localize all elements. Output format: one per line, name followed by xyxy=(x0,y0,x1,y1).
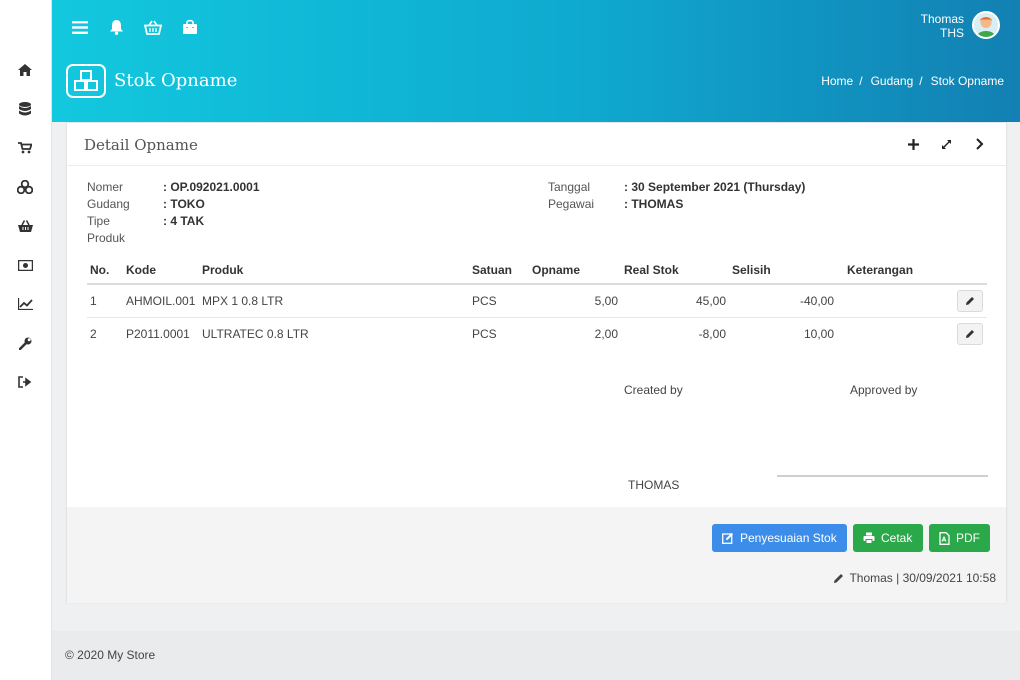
sign-out-icon[interactable] xyxy=(16,373,34,391)
home-icon[interactable] xyxy=(16,61,34,79)
table-row: 2 P2011.0001 ULTRATEC 0.8 LTR PCS 2,00 -… xyxy=(87,317,987,350)
card-header: Detail Opname xyxy=(67,123,1006,166)
cell-real-stok: 45,00 xyxy=(621,284,729,318)
boxes-icon[interactable] xyxy=(16,178,34,196)
expand-icon[interactable] xyxy=(938,136,954,152)
audit-text: Thomas | 30/09/2021 10:58 xyxy=(849,571,996,585)
chevron-right-icon[interactable] xyxy=(971,136,987,152)
breadcrumb-home[interactable]: Home xyxy=(821,74,853,88)
pdf-button[interactable]: PDF xyxy=(929,524,990,552)
cell-produk: MPX 1 0.8 LTR xyxy=(199,284,469,318)
cell-produk: ULTRATEC 0.8 LTR xyxy=(202,326,309,341)
print-icon xyxy=(863,532,875,544)
cell-no: 2 xyxy=(90,326,97,341)
card-title: Detail Opname xyxy=(84,136,198,154)
opname-items-table: No. Kode Produk Satuan Opname Real Stok … xyxy=(87,256,987,350)
cell-keterangan xyxy=(837,284,987,318)
col-keterangan: Keterangan xyxy=(837,256,987,285)
breadcrumb: Home / Gudang / Stok Opname xyxy=(821,74,1004,88)
created-by-label: Created by xyxy=(624,383,683,397)
avatar[interactable] xyxy=(972,11,1000,39)
cell-kode: AHMOIL.001 xyxy=(123,284,199,318)
stock-adjustment-label: Penyesuaian Stok xyxy=(740,531,837,545)
menu-toggle-icon[interactable] xyxy=(69,16,91,38)
boxes-logo-icon xyxy=(66,64,106,98)
basket-icon[interactable] xyxy=(142,16,164,38)
cell-no: 1 xyxy=(87,284,123,318)
pencil-icon xyxy=(966,329,974,338)
database-icon[interactable] xyxy=(16,100,34,118)
col-satuan: Satuan xyxy=(469,256,529,285)
sidebar xyxy=(0,0,52,680)
pencil-icon xyxy=(966,296,974,305)
approved-by-label: Approved by xyxy=(850,383,918,397)
shopping-bag-icon[interactable] xyxy=(179,16,201,38)
col-produk: Produk xyxy=(199,256,469,285)
tanggal-label: Tanggal xyxy=(548,180,591,194)
col-kode: Kode xyxy=(123,256,199,285)
col-selisih: Selisih xyxy=(729,256,837,285)
cell-selisih: 10,00 xyxy=(803,326,834,341)
cell-satuan: PCS xyxy=(469,284,529,318)
cell-real-stok: -8,00 xyxy=(698,326,726,341)
cell-selisih: -40,00 xyxy=(729,284,837,318)
nomer-label: Nomer xyxy=(87,180,124,194)
col-no: No. xyxy=(87,256,123,285)
copyright-text: © 2020 My Store xyxy=(65,648,156,662)
cell-opname: 2,00 xyxy=(594,326,618,341)
edit-row-button[interactable] xyxy=(957,289,983,312)
app-header: Thomas THS Stok Opname Home / Gudang / Sto… xyxy=(52,0,1020,122)
tanggal-value: : 30 September 2021 (Thursday) xyxy=(624,180,806,194)
pencil-icon xyxy=(834,573,844,583)
user-code: THS xyxy=(940,26,964,40)
stock-adjustment-button[interactable]: Penyesuaian Stok xyxy=(712,524,847,552)
produk-label: Produk xyxy=(87,231,126,245)
breadcrumb-current: Stok Opname xyxy=(930,74,1004,88)
gudang-value: : TOKO xyxy=(163,197,205,211)
basket-icon[interactable] xyxy=(16,217,34,235)
print-label: Cetak xyxy=(881,531,913,545)
table-header-row: No. Kode Produk Satuan Opname Real Stok … xyxy=(87,256,987,285)
col-real-stok: Real Stok xyxy=(621,256,729,285)
user-name-block[interactable]: Thomas THS xyxy=(921,12,964,40)
cell-opname: 5,00 xyxy=(529,284,621,318)
chart-icon[interactable] xyxy=(16,295,34,313)
cart-icon[interactable] xyxy=(16,139,34,157)
opname-detail-card: Detail Opname Nomer : OP.092021.0001 Gud… xyxy=(66,122,1007,603)
audit-info: Thomas | 30/09/2021 10:58 xyxy=(833,571,996,585)
page-footer: © 2020 My Store xyxy=(52,631,1020,680)
pegawai-value: : THOMAS xyxy=(624,197,684,211)
pdf-label: PDF xyxy=(956,531,980,545)
created-by-name: THOMAS xyxy=(628,478,680,492)
page-title: Stok Opname xyxy=(114,70,238,91)
pdf-file-icon xyxy=(939,531,950,545)
tipe-value: : 4 TAK xyxy=(163,214,205,228)
cell-kode: P2011.0001 xyxy=(126,326,190,341)
plus-icon[interactable] xyxy=(905,136,921,152)
approval-signature-line xyxy=(777,475,988,477)
edit-icon xyxy=(722,533,733,544)
nomer-value: : OP.092021.0001 xyxy=(163,180,260,194)
pegawai-label: Pegawai xyxy=(548,197,595,211)
tipe-label: Tipe xyxy=(87,214,110,228)
wrench-icon[interactable] xyxy=(16,334,34,352)
card-footer: Penyesuaian Stok Cetak PDF Thomas | 30/0… xyxy=(67,507,1006,603)
edit-row-button[interactable] xyxy=(957,322,983,345)
table-row: 1 AHMOIL.001 MPX 1 0.8 LTR PCS 5,00 45,0… xyxy=(87,284,987,318)
gudang-label: Gudang xyxy=(87,197,130,211)
breadcrumb-gudang[interactable]: Gudang xyxy=(871,74,914,88)
cell-satuan: PCS xyxy=(472,326,497,341)
money-icon[interactable] xyxy=(16,256,34,274)
cell-keterangan xyxy=(837,317,987,350)
user-name: Thomas xyxy=(920,12,964,26)
col-opname: Opname xyxy=(529,256,621,285)
print-button[interactable]: Cetak xyxy=(853,524,923,552)
bell-icon[interactable] xyxy=(105,16,127,38)
